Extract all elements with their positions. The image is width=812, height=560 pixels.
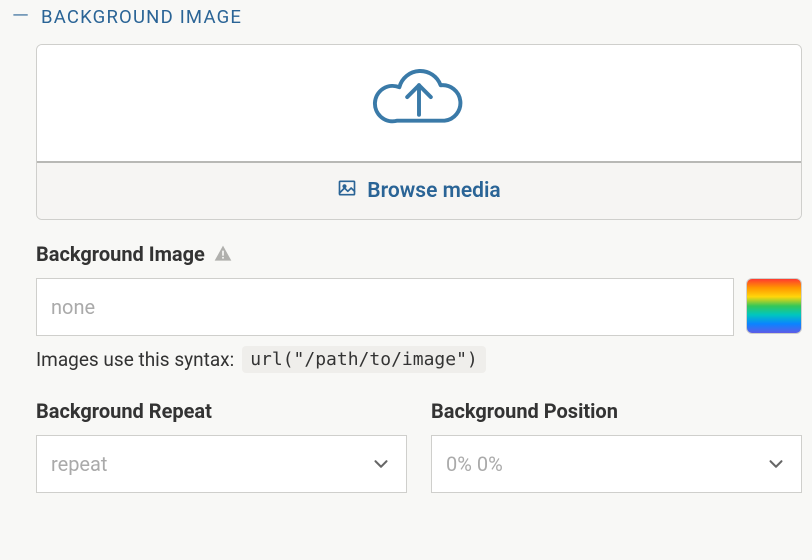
background-position-value: 0% 0% [446, 452, 503, 476]
background-repeat-select[interactable]: repeat [36, 435, 407, 493]
background-image-label: Background Image [36, 242, 233, 266]
section-content: Browse media Background Image Images use… [10, 44, 802, 493]
browse-media-label: Browse media [367, 179, 500, 203]
browse-media-button[interactable]: Browse media [37, 163, 801, 219]
background-image-field: Background Image Images use this syntax:… [36, 242, 802, 373]
background-position-select[interactable]: 0% 0% [431, 435, 802, 493]
background-image-input[interactable] [36, 278, 734, 336]
collapse-icon: — [12, 6, 29, 28]
helper-prefix: Images use this syntax: [36, 348, 234, 371]
background-repeat-field: Background Repeat repeat [36, 399, 407, 493]
image-icon [337, 178, 357, 204]
background-repeat-label: Background Repeat [36, 399, 212, 423]
cloud-upload-icon [360, 61, 478, 146]
background-position-field: Background Position 0% 0% [431, 399, 802, 493]
chevron-down-icon [370, 453, 392, 475]
upload-container: Browse media [36, 44, 802, 220]
helper-code: url("/path/to/image") [242, 346, 486, 373]
section-title: BACKGROUND IMAGE [41, 6, 242, 28]
section-header[interactable]: — BACKGROUND IMAGE [10, 6, 802, 28]
background-repeat-value: repeat [51, 452, 107, 476]
background-image-helper: Images use this syntax: url("/path/to/im… [36, 346, 802, 373]
background-position-label: Background Position [431, 399, 618, 423]
warning-icon [213, 244, 233, 264]
background-image-label-text: Background Image [36, 242, 205, 266]
chevron-down-icon [765, 453, 787, 475]
gradient-picker-button[interactable] [746, 278, 802, 334]
upload-dropzone[interactable] [37, 45, 801, 163]
